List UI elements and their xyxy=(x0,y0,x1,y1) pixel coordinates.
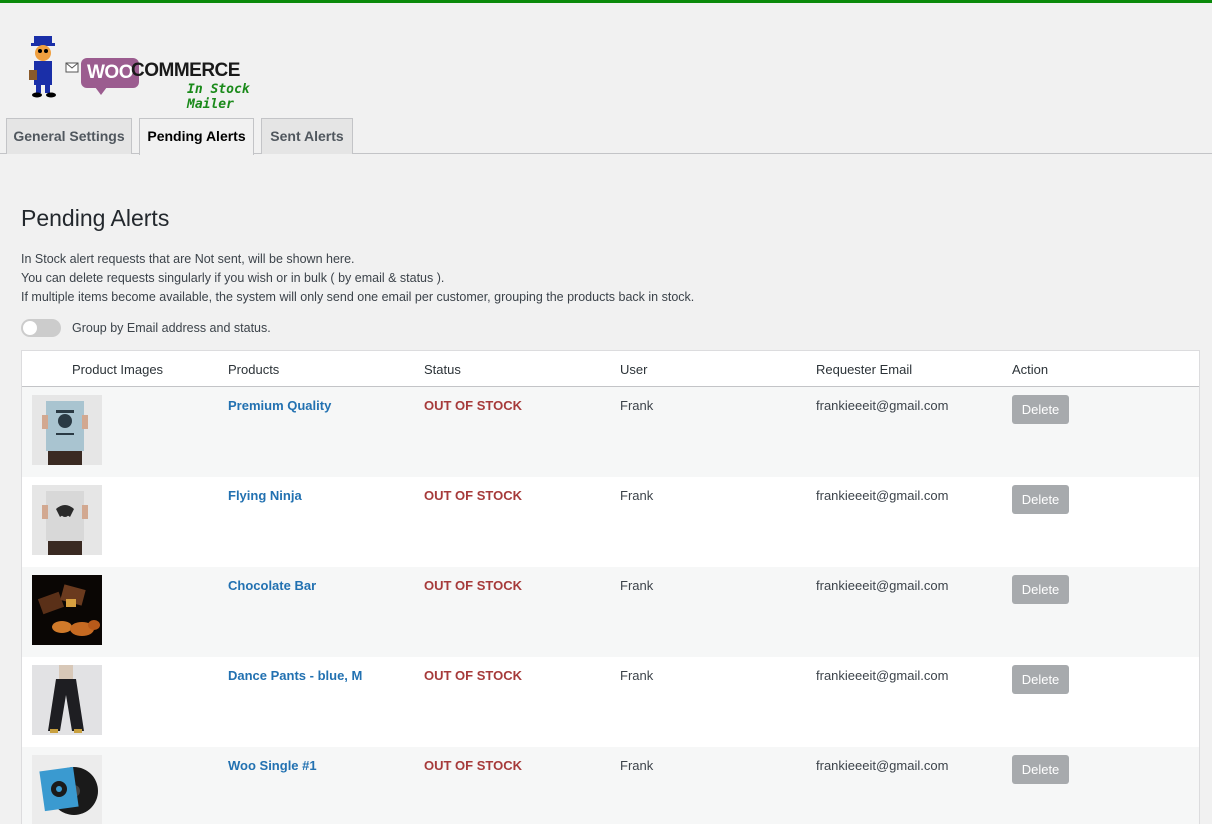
delete-button[interactable]: Delete xyxy=(1012,575,1069,604)
status-badge: OUT OF STOCK xyxy=(424,758,522,773)
group-by-email-toggle[interactable] xyxy=(21,319,61,337)
mailman-mascot-icon xyxy=(29,36,79,98)
requester-email: frankieeeit@gmail.com xyxy=(816,578,949,593)
requester-email: frankieeeit@gmail.com xyxy=(816,398,949,413)
requester-email: frankieeeit@gmail.com xyxy=(816,668,949,683)
user-name: Frank xyxy=(620,488,654,503)
header-product-images: Product Images xyxy=(72,362,164,377)
user-name: Frank xyxy=(620,758,654,773)
status-badge: OUT OF STOCK xyxy=(424,578,522,593)
pending-alerts-table: Product Images Products Status User Requ… xyxy=(21,350,1200,824)
description-line-1: In Stock alert requests that are Not sen… xyxy=(21,252,355,266)
product-link[interactable]: Woo Single #1 xyxy=(228,758,317,773)
settings-tabs: General Settings Pending Alerts Sent Ale… xyxy=(0,118,1212,155)
group-by-email-label: Group by Email address and status. xyxy=(72,321,271,335)
top-accent-bar xyxy=(0,0,1212,3)
chocolate-icon xyxy=(32,575,102,645)
table-row: Woo Single #1 OUT OF STOCK Frank frankie… xyxy=(22,747,1199,824)
product-image-chocolate-bar[interactable] xyxy=(32,575,102,645)
poster-icon xyxy=(32,485,102,555)
requester-email: frankieeeit@gmail.com xyxy=(816,758,949,773)
product-image-dance-pants[interactable] xyxy=(32,665,102,735)
description-line-2: You can delete requests singularly if yo… xyxy=(21,271,445,285)
user-name: Frank xyxy=(620,398,654,413)
status-badge: OUT OF STOCK xyxy=(424,488,522,503)
table-header: Product Images Products Status User Requ… xyxy=(22,351,1199,387)
status-badge: OUT OF STOCK xyxy=(424,668,522,683)
logo-commerce-text: COMMERCE xyxy=(131,60,240,81)
delete-button[interactable]: Delete xyxy=(1012,665,1069,694)
delete-button[interactable]: Delete xyxy=(1012,755,1069,784)
user-name: Frank xyxy=(620,578,654,593)
status-badge: OUT OF STOCK xyxy=(424,398,522,413)
product-link[interactable]: Dance Pants - blue, M xyxy=(228,668,362,683)
vinyl-icon xyxy=(32,755,102,824)
tab-sent-alerts[interactable]: Sent Alerts xyxy=(261,118,353,154)
plugin-logo: WOO COMMERCE In Stock Mailer xyxy=(24,34,304,112)
logo-subtitle: In Stock Mailer xyxy=(187,82,250,112)
table-row: Premium Quality OUT OF STOCK Frank frank… xyxy=(22,387,1199,477)
pants-icon xyxy=(32,665,102,735)
header-products: Products xyxy=(228,362,280,377)
product-image-premium-quality[interactable] xyxy=(32,395,102,465)
tab-pending-alerts[interactable]: Pending Alerts xyxy=(139,118,254,155)
delete-button[interactable]: Delete xyxy=(1012,395,1069,424)
table-row: Chocolate Bar OUT OF STOCK Frank frankie… xyxy=(22,567,1199,657)
toggle-knob xyxy=(23,321,37,335)
product-link[interactable]: Flying Ninja xyxy=(228,488,302,503)
delete-button[interactable]: Delete xyxy=(1012,485,1069,514)
description-line-3: If multiple items become available, the … xyxy=(21,290,695,304)
product-link[interactable]: Premium Quality xyxy=(228,398,331,413)
page-title: Pending Alerts xyxy=(21,205,170,231)
header-action: Action xyxy=(1012,362,1049,377)
poster-icon xyxy=(32,395,102,465)
user-name: Frank xyxy=(620,668,654,683)
table-row: Dance Pants - blue, M OUT OF STOCK Frank… xyxy=(22,657,1199,747)
product-link[interactable]: Chocolate Bar xyxy=(228,578,316,593)
table-row: Flying Ninja OUT OF STOCK Frank frankiee… xyxy=(22,477,1199,567)
requester-email: frankieeeit@gmail.com xyxy=(816,488,949,503)
product-image-woo-single[interactable] xyxy=(32,755,102,824)
header-user: User xyxy=(620,362,648,377)
header-status: Status xyxy=(424,362,461,377)
tab-general-settings[interactable]: General Settings xyxy=(6,118,132,154)
product-image-flying-ninja[interactable] xyxy=(32,485,102,555)
header-requester-email: Requester Email xyxy=(816,362,913,377)
